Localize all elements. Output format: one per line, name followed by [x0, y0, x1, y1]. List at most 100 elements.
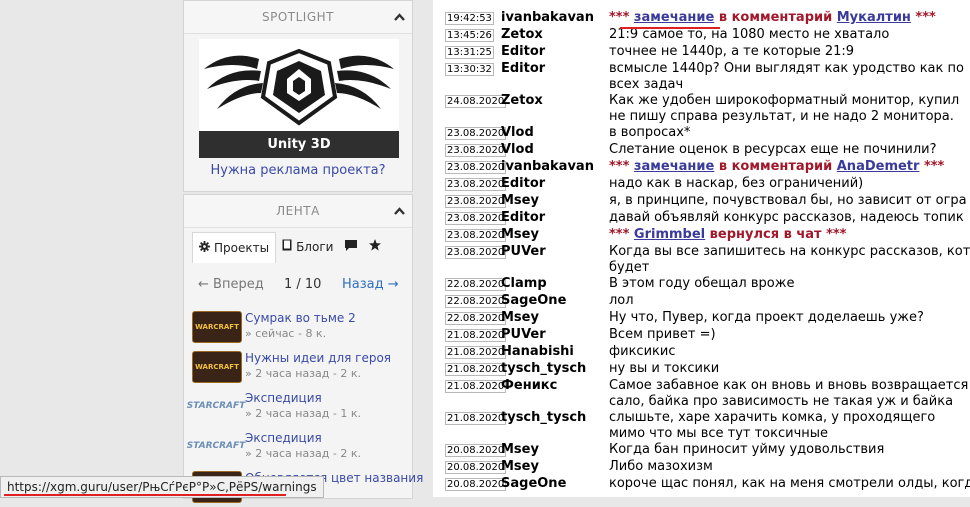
- message-text: в вопросах*: [609, 125, 691, 140]
- message-author[interactable]: PUVer: [501, 244, 546, 259]
- warcraft-logo-icon: WARCRAFT: [192, 311, 242, 343]
- collapse-chevron-icon[interactable]: [392, 195, 406, 227]
- message-timestamp: 13:30:32: [445, 63, 494, 76]
- message-timestamp: 22.08.2020: [445, 295, 507, 308]
- message-author[interactable]: PUVer: [501, 327, 546, 342]
- message-author[interactable]: Vlod: [501, 125, 534, 140]
- system-message-part: ***: [919, 159, 945, 174]
- pager-forward[interactable]: ← Вперед: [198, 277, 264, 292]
- feed-item[interactable]: STARCRAFT Экспедиция » 2 часа назад - 2 …: [186, 429, 407, 467]
- status-url: https://xgm.guru/user/РњСѓРєР°Р»С‚РёРS/w…: [7, 480, 317, 494]
- feed-tabs: Проекты Блоги: [192, 232, 387, 263]
- chat-message: 23.08.2020 PUVer Когда вы все запишитесь н…: [433, 244, 970, 276]
- chat-message: 22.08.2020 SageOne лол: [433, 293, 970, 310]
- feed-item-title[interactable]: Экспедиция: [245, 431, 322, 445]
- system-message-link[interactable]: AnaDemetr: [837, 159, 920, 174]
- message-author[interactable]: Hanabishi: [501, 344, 574, 359]
- message-text: Когда бан приносит уйму удовольствия: [609, 442, 885, 457]
- chat-message: 21.08.2020 tysch_tysch слышьте, харе харач…: [433, 410, 970, 442]
- message-timestamp: 24.08.2020: [445, 95, 507, 108]
- message-author[interactable]: Editor: [501, 210, 545, 225]
- chat-message: 23.08.2020 Editor надо как в наскар, без о…: [433, 176, 970, 193]
- star-icon: [369, 232, 382, 262]
- message-author[interactable]: Zetox: [501, 27, 543, 42]
- chat-message: 21.08.2020 tysch_tysch ну вы и токсики: [433, 361, 970, 378]
- chat-icon: [345, 232, 358, 262]
- message-author[interactable]: Vlod: [501, 142, 534, 157]
- chat-message: 23.08.2020 Vlod Слетание оценок в ресурсах…: [433, 142, 970, 159]
- tab-favorites[interactable]: [363, 232, 387, 262]
- spotlight-banner[interactable]: Unity 3D: [199, 39, 399, 158]
- ad-request-link[interactable]: Нужна реклама проекта?: [184, 163, 412, 178]
- tab-projects[interactable]: Проекты: [192, 232, 277, 263]
- system-message-link[interactable]: замечание: [634, 159, 714, 174]
- message-author[interactable]: SageOne: [501, 293, 566, 308]
- message-timestamp: 13:45:26: [445, 29, 494, 42]
- message-author[interactable]: Msey: [501, 227, 539, 242]
- message-author[interactable]: SageOne: [501, 476, 566, 491]
- system-message-part: ***: [609, 159, 634, 174]
- chat-message: 24.08.2020 Zetox Как же удобен широкоформа…: [433, 93, 970, 125]
- message-text: ну вы и токсики: [609, 361, 720, 376]
- tab-blogs-label: Блоги: [296, 240, 334, 254]
- spotlight-caption: Unity 3D: [199, 131, 399, 158]
- chat-log: 19:42:53 ivanbakavan *** замечание в комме…: [433, 0, 970, 497]
- gear-icon: [199, 233, 210, 263]
- message-author[interactable]: tysch_tysch: [501, 361, 586, 376]
- book-icon: [282, 232, 292, 262]
- system-message-link[interactable]: Мукалтин: [837, 10, 911, 25]
- system-message-part: в комментарий: [714, 159, 837, 174]
- starcraft-logo-icon: STARCRAFT: [186, 401, 246, 411]
- tab-projects-label: Проекты: [214, 241, 270, 255]
- unity-logo-icon: [204, 48, 394, 126]
- message-timestamp: 23.08.2020: [445, 212, 507, 225]
- message-author[interactable]: ivanbakavan: [501, 10, 594, 25]
- tab-blogs[interactable]: Блоги: [276, 232, 339, 262]
- chat-message: 20.08.2020 Msey Когда бан приносит уйму уд…: [433, 442, 970, 459]
- message-author[interactable]: Msey: [501, 442, 539, 457]
- message-text: В этом году обещал вроже: [609, 276, 795, 291]
- message-text: Либо мазохизм: [609, 459, 713, 474]
- chat-message: 23.08.2020 Vlod в вопросах*: [433, 125, 970, 142]
- feed-item[interactable]: STARCRAFT Экспедиция » 2 часа назад - 1 …: [186, 389, 407, 427]
- message-text: давай объявляй конкурс рассказов, надеюс…: [609, 210, 964, 225]
- chat-message: 19:42:53 ivanbakavan *** замечание в комме…: [433, 10, 970, 27]
- message-timestamp: 23.08.2020: [445, 178, 507, 191]
- chat-message: 20.08.2020 Msey Либо мазохизм: [433, 459, 970, 476]
- message-timestamp: 23.08.2020: [445, 229, 507, 242]
- feed-item-title[interactable]: Нужны идеи для героя: [245, 351, 391, 365]
- chat-message: 13:31:25 Editor точнее не 1440p, а те кото…: [433, 44, 970, 61]
- message-timestamp: 20.08.2020: [445, 478, 507, 491]
- message-author[interactable]: Clamp: [501, 276, 547, 291]
- chat-message: 22.08.2020 Msey Ну что, Пувер, когда проек…: [433, 310, 970, 327]
- feed-item-meta: » 2 часа назад - 2 к.: [245, 447, 361, 460]
- message-author[interactable]: Zetox: [501, 93, 543, 108]
- feed-item[interactable]: WARCRAFT Нужны идеи для героя » 2 часа н…: [192, 349, 407, 387]
- starcraft-logo-icon: STARCRAFT: [186, 441, 246, 451]
- feed-header: ЛЕНТА: [184, 195, 412, 228]
- message-author[interactable]: Msey: [501, 193, 539, 208]
- message-timestamp: 23.08.2020: [445, 127, 507, 140]
- message-author[interactable]: tysch_tysch: [501, 410, 586, 425]
- message-text: надо как в наскар, без ограничений): [609, 176, 864, 191]
- feed-item[interactable]: WARCRAFT Сумрак во тьме 2 » сейчас - 8 к…: [192, 309, 407, 347]
- message-author[interactable]: Msey: [501, 459, 539, 474]
- feed-item-title[interactable]: Сумрак во тьме 2: [245, 311, 356, 325]
- feed-pager: ← Вперед 1 / 10 Назад →: [184, 277, 412, 297]
- message-author[interactable]: Editor: [501, 61, 545, 76]
- message-author[interactable]: Msey: [501, 310, 539, 325]
- message-timestamp: 23.08.2020: [445, 144, 507, 157]
- collapse-chevron-icon[interactable]: [392, 1, 406, 33]
- feed-item-title[interactable]: Экспедиция: [245, 391, 322, 405]
- message-author[interactable]: Editor: [501, 176, 545, 191]
- message-timestamp: 21.08.2020: [445, 329, 507, 342]
- pager-back[interactable]: Назад →: [342, 277, 399, 292]
- tab-comments[interactable]: [339, 232, 363, 262]
- system-message-link[interactable]: Grimmbel: [634, 227, 705, 242]
- message-timestamp: 21.08.2020: [445, 412, 507, 425]
- message-author[interactable]: Editor: [501, 44, 545, 59]
- system-message-link[interactable]: замечание: [634, 10, 714, 25]
- message-author[interactable]: ivanbakavan: [501, 159, 594, 174]
- pager-count: 1 / 10: [284, 277, 322, 292]
- message-author[interactable]: Феникс: [501, 378, 557, 393]
